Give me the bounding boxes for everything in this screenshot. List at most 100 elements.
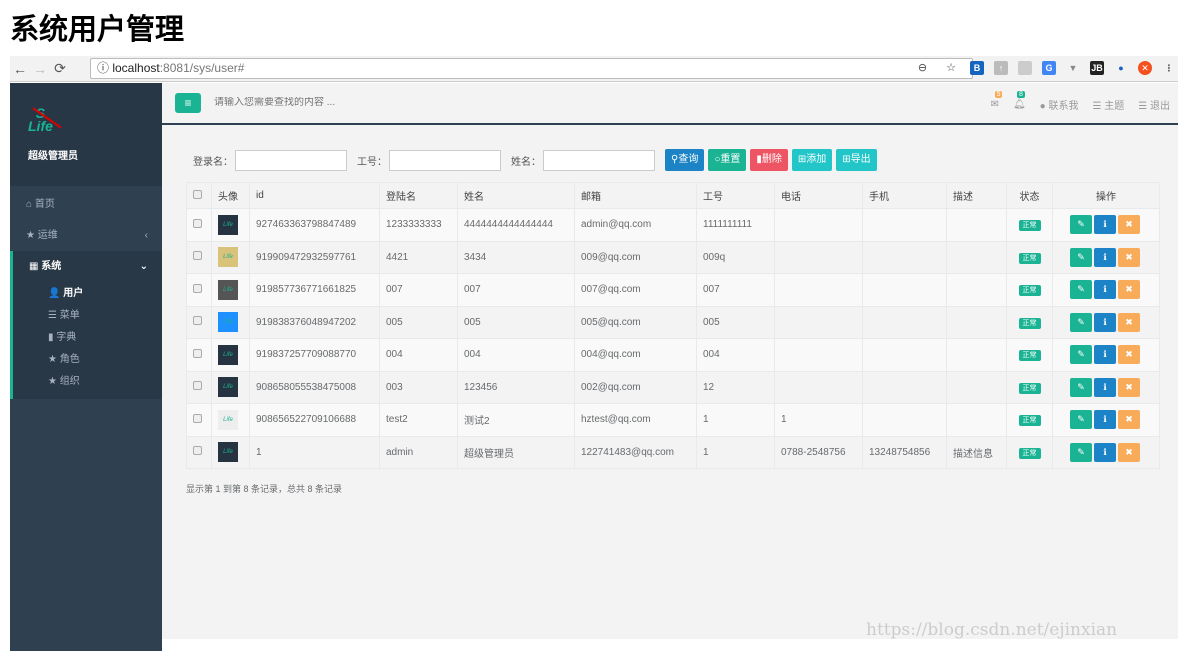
col-avatar[interactable]: 头像 xyxy=(211,182,250,209)
table-row[interactable]: Life 919857736771661825 007 007 007@qq.com 00… xyxy=(186,273,1160,307)
name-input[interactable] xyxy=(543,149,655,171)
col-desc[interactable]: 描述 xyxy=(946,182,1007,209)
row-checkbox[interactable] xyxy=(193,446,202,456)
export-button[interactable]: ⊞导出 xyxy=(836,149,877,171)
row-checkbox[interactable] xyxy=(193,413,202,423)
forward-icon[interactable]: → xyxy=(30,61,50,77)
avatar: Life xyxy=(218,247,238,268)
extension-icon[interactable]: ✕ xyxy=(1138,61,1152,75)
delete-row-button[interactable]: ✖ xyxy=(1118,280,1140,300)
user-name[interactable]: 超级管理员 xyxy=(28,147,162,162)
edit-button[interactable]: ✎ xyxy=(1070,442,1092,462)
col-phone[interactable]: 电话 xyxy=(774,182,863,209)
info-button[interactable]: ℹ xyxy=(1094,280,1116,300)
table-row[interactable]: Life 908656522709106688 test2 测试2 hztest@qq.… xyxy=(186,403,1160,437)
table-row[interactable]: Life 919838376048947202 005 005 005@qq.com 00… xyxy=(186,305,1160,339)
delete-row-button[interactable]: ✖ xyxy=(1118,442,1140,462)
info-button[interactable]: ℹ xyxy=(1094,377,1116,397)
extension-icon[interactable]: ▼ xyxy=(1066,61,1080,75)
col-id[interactable]: id xyxy=(249,182,380,209)
sidebar-item-users[interactable]: 👤 用户 xyxy=(13,283,162,305)
sidebar-item-system[interactable]: ▦ 系统 ⌄ xyxy=(13,251,162,283)
info-button[interactable]: ℹ xyxy=(1094,345,1116,365)
reload-icon[interactable]: ⟳ xyxy=(50,60,70,77)
delete-row-button[interactable]: ✖ xyxy=(1118,215,1140,235)
col-name[interactable]: 姓名 xyxy=(457,182,575,209)
delete-row-button[interactable]: ✖ xyxy=(1118,312,1140,332)
edit-button[interactable]: ✎ xyxy=(1070,377,1092,397)
extension-icon[interactable]: ● xyxy=(1114,61,1128,75)
row-checkbox[interactable] xyxy=(193,251,202,261)
delete-row-button[interactable]: ✖ xyxy=(1118,247,1140,267)
sidebar-item-home[interactable]: ⌂ 首页 xyxy=(10,189,162,220)
info-button[interactable]: ℹ xyxy=(1094,312,1116,332)
logout-link[interactable]: ☰ 退出 xyxy=(1138,97,1170,112)
add-button[interactable]: ⊞添加 xyxy=(791,149,833,171)
info-button[interactable]: ℹ xyxy=(1094,442,1116,462)
cell-name: 4444444444444444 xyxy=(457,208,575,242)
login-name-input[interactable] xyxy=(235,149,347,171)
reset-button[interactable]: ○重置 xyxy=(708,149,747,171)
delete-row-button[interactable]: ✖ xyxy=(1118,345,1140,365)
select-all-checkbox[interactable] xyxy=(193,189,202,199)
sidebar-item-dict[interactable]: ▮ 字典 xyxy=(13,327,162,349)
edit-button[interactable]: ✎ xyxy=(1070,247,1092,267)
table-row[interactable]: Life 919909472932597761 4421 3434 009@qq.com… xyxy=(186,240,1160,274)
col-login[interactable]: 登陆名 xyxy=(379,182,458,209)
col-mobile[interactable]: 手机 xyxy=(862,182,947,209)
row-checkbox[interactable] xyxy=(193,316,202,326)
edit-button[interactable]: ✎ xyxy=(1070,280,1092,300)
extension-icon[interactable]: ↑ xyxy=(994,61,1008,75)
address-bar[interactable]: ⓘ localhost:8081/sys/user# ⊖ ☆ xyxy=(90,58,973,79)
row-checkbox[interactable] xyxy=(193,283,202,293)
bookmark-star-icon[interactable]: ⊖ ☆ xyxy=(918,59,964,78)
browser-menu-icon[interactable]: ⋮ xyxy=(1162,61,1176,75)
col-status[interactable]: 状态 xyxy=(1006,182,1053,209)
info-button[interactable]: ℹ xyxy=(1094,410,1116,430)
query-button[interactable]: ⚲查询 xyxy=(665,149,705,171)
filter-bar: 登录名： 工号： 姓名： ⚲查询 ○重置 ▮删除 ⊞添加 ⊞导出 xyxy=(193,149,881,171)
row-checkbox[interactable] xyxy=(193,218,202,228)
table-row[interactable]: Life 919837257709088770 004 004 004@qq.com 00… xyxy=(186,338,1160,372)
back-icon[interactable]: ← xyxy=(10,61,30,77)
delete-button[interactable]: ▮删除 xyxy=(750,149,788,171)
translate-icon[interactable]: G xyxy=(1042,61,1056,75)
row-checkbox[interactable] xyxy=(193,381,202,391)
table-row[interactable]: Life 927463363798847489 1233333333 44444444… xyxy=(186,208,1160,242)
info-icon: ℹ xyxy=(1103,349,1107,360)
edit-button[interactable]: ✎ xyxy=(1070,312,1092,332)
row-checkbox[interactable] xyxy=(193,348,202,358)
extension-icon[interactable]: B xyxy=(970,61,984,75)
sidebar-item-roles[interactable]: ★ 角色 xyxy=(13,349,162,371)
edit-button[interactable]: ✎ xyxy=(1070,410,1092,430)
info-button[interactable]: ℹ xyxy=(1094,247,1116,267)
search-input[interactable] xyxy=(214,97,514,108)
extension-icon[interactable] xyxy=(1018,61,1032,75)
info-button[interactable]: ℹ xyxy=(1094,215,1116,235)
delete-row-button[interactable]: ✖ xyxy=(1118,377,1140,397)
col-workno[interactable]: 工号 xyxy=(696,182,775,209)
notification-button[interactable]: 🔔︎ 8 xyxy=(1013,91,1026,110)
table-row[interactable]: Life 908658055538475008 003 123456 002@qq.co… xyxy=(186,370,1160,404)
cell-login: 007 xyxy=(379,273,458,307)
theme-link[interactable]: ☰ 主题 xyxy=(1093,97,1125,112)
cell-email: 002@qq.com xyxy=(574,370,697,404)
browser-toolbar: ← → ⟳ ⓘ localhost:8081/sys/user# ⊖ ☆ B ↑… xyxy=(10,56,1178,82)
edit-button[interactable]: ✎ xyxy=(1070,215,1092,235)
sidebar: S Life 超级管理员 ⌂ 首页 ★ 运维 ‹ ▦ 系统 ⌄ 👤 用户 ☰ 菜单 ▮… xyxy=(10,83,162,651)
cell-workno: 005 xyxy=(696,305,775,339)
sidebar-item-org[interactable]: ★ 组织 xyxy=(13,371,162,393)
workno-input[interactable] xyxy=(389,149,501,171)
extension-icon[interactable]: JB xyxy=(1090,61,1104,75)
table-row[interactable]: Life 1 admin 超级管理员 122741483@qq.com 1 0788-254… xyxy=(186,435,1160,469)
menu-toggle-button[interactable]: ≡ xyxy=(175,93,201,113)
edit-button[interactable]: ✎ xyxy=(1070,345,1092,365)
delete-row-button[interactable]: ✖ xyxy=(1118,410,1140,430)
mail-button[interactable]: ✉ 5 xyxy=(991,91,1003,110)
sidebar-item-ops[interactable]: ★ 运维 ‹ xyxy=(10,220,162,251)
sidebar-item-menus[interactable]: ☰ 菜单 xyxy=(13,305,162,327)
cell-id: 927463363798847489 xyxy=(249,208,380,242)
col-email[interactable]: 邮箱 xyxy=(574,182,697,209)
contact-link[interactable]: ● 联系我 xyxy=(1040,97,1079,112)
cell-mobile xyxy=(862,338,947,372)
